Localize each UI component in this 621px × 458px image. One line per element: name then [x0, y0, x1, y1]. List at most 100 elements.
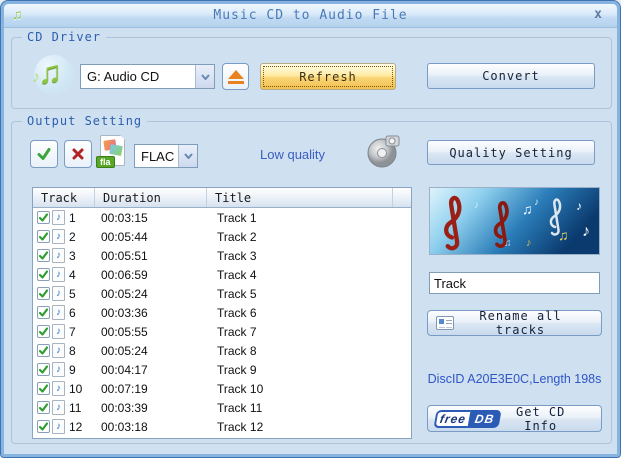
table-row[interactable]: ♪ 4 00:06:59 Track 4: [33, 265, 411, 284]
svg-text:♪: ♪: [534, 197, 539, 208]
track-duration: 00:03:36: [101, 305, 148, 320]
track-checkbox[interactable]: [37, 249, 50, 262]
table-row[interactable]: ♪ 10 00:07:19 Track 10: [33, 379, 411, 398]
track-title: Track 8: [217, 343, 257, 358]
check-icon: [38, 232, 49, 241]
quality-settings-icon: [364, 131, 404, 171]
svg-text:♪: ♪: [582, 223, 590, 240]
track-checkbox[interactable]: [37, 230, 50, 243]
track-checkbox[interactable]: [37, 268, 50, 281]
app-window: ♫ Music CD to Audio File x CD Driver ♫ ♪…: [0, 0, 621, 458]
format-select[interactable]: FLAC: [134, 144, 198, 168]
header-track[interactable]: Track: [33, 188, 95, 207]
rename-all-tracks-button[interactable]: Rename all tracks: [427, 309, 602, 337]
check-icon: [38, 346, 49, 355]
svg-text:♪: ♪: [474, 200, 479, 211]
table-row[interactable]: ♪ 5 00:05:24 Track 5: [33, 284, 411, 303]
cd-driver-group: CD Driver ♫ ♪ G: Audio CD Refresh Conver…: [11, 30, 612, 109]
audio-file-icon: ♪: [52, 210, 65, 225]
table-row[interactable]: ♪ 6 00:03:36 Track 6: [33, 303, 411, 322]
get-cd-info-button[interactable]: free DB Get CD Info: [427, 405, 602, 433]
track-title: Track 10: [217, 381, 264, 396]
svg-text:♫: ♫: [558, 227, 569, 243]
header-duration[interactable]: Duration: [95, 188, 207, 207]
track-duration: 00:04:17: [101, 362, 148, 377]
eject-icon: [227, 69, 244, 79]
svg-text:♪: ♪: [576, 199, 582, 213]
table-row[interactable]: ♪ 12 00:03:18 Track 12: [33, 417, 411, 436]
audio-file-icon: ♪: [52, 248, 65, 263]
audio-file-icon: ♪: [52, 286, 65, 301]
audio-file-icon: ♪: [52, 400, 65, 415]
output-setting-group: Output Setting fla FLAC Low quality Qual…: [11, 114, 612, 444]
header-spacer: [393, 188, 411, 207]
track-number: 11: [69, 400, 82, 415]
check-icon: [38, 384, 49, 393]
track-title: Track 7: [217, 324, 257, 339]
format-file-icon: fla: [96, 134, 126, 168]
audio-file-icon: ♪: [52, 419, 65, 434]
check-icon: [38, 422, 49, 431]
music-banner-image: ♫ ♪ ♫ ♪ ♪ ♫ ♪ ♪: [429, 187, 600, 255]
table-row[interactable]: ♪ 11 00:03:39 Track 11: [33, 398, 411, 417]
table-row[interactable]: ♪ 8 00:05:24 Track 8: [33, 341, 411, 360]
refresh-button[interactable]: Refresh: [260, 63, 396, 90]
table-row[interactable]: ♪ 9 00:04:17 Track 9: [33, 360, 411, 379]
table-header: Track Duration Title: [33, 188, 411, 208]
track-checkbox[interactable]: [37, 211, 50, 224]
track-number: 12: [69, 419, 83, 434]
table-row[interactable]: ♪ 1 00:03:15 Track 1: [33, 208, 411, 227]
close-icon[interactable]: x: [591, 7, 605, 22]
track-number: 10: [69, 381, 83, 396]
track-checkbox[interactable]: [37, 363, 50, 376]
track-title: Track 11: [217, 400, 263, 415]
track-number: 9: [69, 362, 76, 377]
audio-file-icon: ♪: [52, 343, 65, 358]
cross-icon: [72, 148, 84, 160]
format-badge: fla: [96, 156, 115, 168]
deselect-all-button[interactable]: [64, 140, 92, 168]
track-number: 3: [69, 248, 76, 263]
convert-button[interactable]: Convert: [427, 63, 595, 89]
track-name-input[interactable]: [429, 272, 600, 294]
track-checkbox[interactable]: [37, 287, 50, 300]
track-duration: 00:03:18: [101, 419, 148, 434]
eject-button[interactable]: [222, 63, 249, 90]
audio-file-icon: ♪: [52, 381, 65, 396]
track-table[interactable]: Track Duration Title ♪ 1 00:03:15 Track …: [32, 187, 412, 439]
cd-music-icon: ♫ ♪: [32, 53, 76, 97]
chevron-down-icon[interactable]: [178, 145, 197, 167]
track-title: Track 1: [217, 210, 257, 225]
track-number: 1: [69, 210, 76, 225]
track-checkbox[interactable]: [37, 344, 50, 357]
track-checkbox[interactable]: [37, 382, 50, 395]
track-checkbox[interactable]: [37, 325, 50, 338]
check-icon: [38, 403, 49, 412]
select-all-button[interactable]: [30, 140, 58, 168]
table-row[interactable]: ♪ 2 00:05:44 Track 2: [33, 227, 411, 246]
rename-icon: [436, 316, 454, 330]
check-icon: [38, 308, 49, 317]
track-checkbox[interactable]: [37, 420, 50, 433]
track-title: Track 6: [217, 305, 257, 320]
track-duration: 00:05:55: [101, 324, 148, 339]
quality-level-text: Low quality: [260, 147, 326, 162]
chevron-down-icon[interactable]: [195, 65, 214, 88]
svg-text:♫: ♫: [504, 238, 512, 249]
drive-select[interactable]: G: Audio CD: [80, 64, 215, 89]
audio-file-icon: ♪: [52, 305, 65, 320]
track-duration: 00:03:39: [101, 400, 148, 415]
quality-setting-button[interactable]: Quality Setting: [427, 140, 595, 165]
table-row[interactable]: ♪ 7 00:05:55 Track 7: [33, 322, 411, 341]
rename-button-label: Rename all tracks: [479, 309, 562, 337]
table-row[interactable]: ♪ 3 00:05:51 Track 3: [33, 246, 411, 265]
track-checkbox[interactable]: [37, 401, 50, 414]
check-icon: [38, 365, 49, 374]
output-setting-group-label: Output Setting: [22, 114, 148, 128]
freedb-logo-icon: free DB: [433, 409, 502, 428]
track-duration: 00:05:24: [101, 343, 148, 358]
track-checkbox[interactable]: [37, 306, 50, 319]
track-duration: 00:03:15: [101, 210, 148, 225]
header-title[interactable]: Title: [207, 188, 393, 207]
track-number: 7: [69, 324, 76, 339]
